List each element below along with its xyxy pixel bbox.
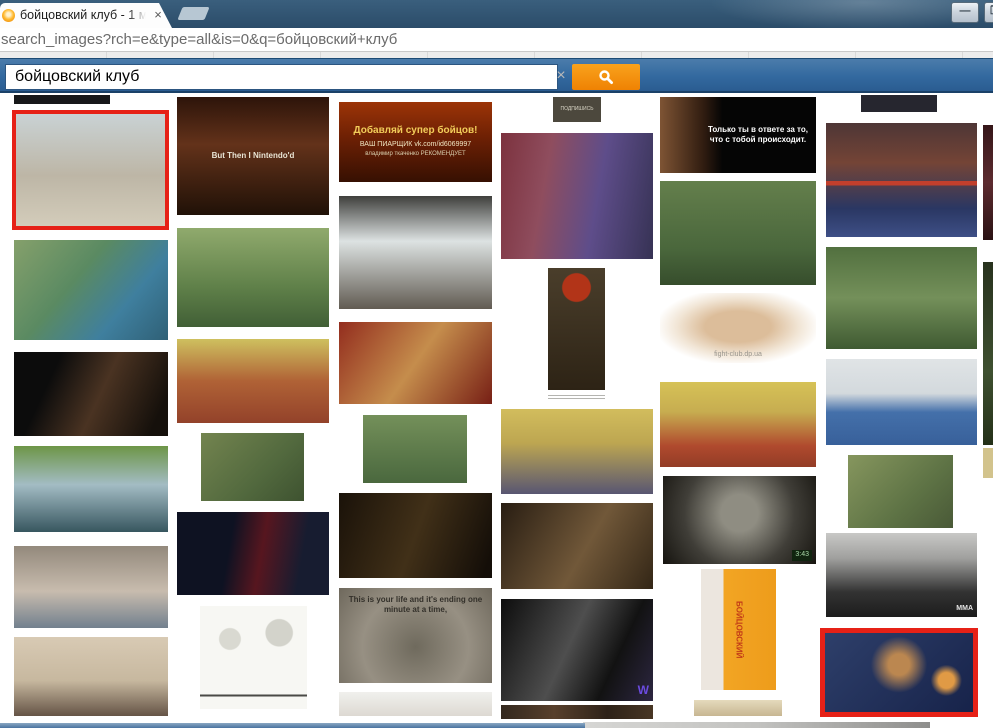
thumb-two-guys-trees[interactable] xyxy=(177,228,329,327)
thumb-hit-gym-man[interactable] xyxy=(501,503,653,589)
thumb-boxing-match-crowd[interactable] xyxy=(826,123,977,237)
thumb-bottom-gray-strip xyxy=(583,722,930,728)
window-minimize-button[interactable]: — xyxy=(951,2,979,23)
thumb-military-yard[interactable] xyxy=(201,433,304,501)
results-grid: But Then I Nintendo'dДобавляй супер бойц… xyxy=(0,0,993,728)
thumb-gym-yellow-walls[interactable] xyxy=(501,409,653,494)
thumb-edge-sliver-3[interactable] xyxy=(983,448,993,478)
thumb-mma-cage-dark[interactable] xyxy=(177,512,329,595)
title-bar: бойцовский клуб - 1 млр × — ❐ xyxy=(0,0,993,28)
thumb-edge-sliver-2[interactable] xyxy=(983,262,993,445)
thumb-bw-women[interactable]: W xyxy=(501,599,653,701)
thumb-caption-lines xyxy=(548,393,605,401)
thumb-angry-kid-gym[interactable] xyxy=(14,352,168,436)
thumb-ice-swim[interactable] xyxy=(339,196,492,309)
bottom-edge-bar xyxy=(0,723,585,728)
search-input[interactable] xyxy=(5,64,558,90)
thumb-forest-fight-small[interactable] xyxy=(363,415,467,483)
thumb-forest-path[interactable] xyxy=(660,181,816,285)
thumb-kickboxing-ring[interactable] xyxy=(14,546,168,628)
thumb-mma-ground-fight[interactable] xyxy=(14,637,168,716)
thumb-blue-ring-gym[interactable] xyxy=(826,359,977,445)
thumb-red-hood-figure[interactable] xyxy=(548,268,605,390)
thumb-tolko-ty-quote[interactable]: Только ты в ответе за то, что с тобой пр… xyxy=(660,97,816,173)
thumb-dark-gym[interactable] xyxy=(339,493,492,578)
thumb-beach-man-selected[interactable] xyxy=(12,110,169,230)
search-panel: × xyxy=(0,58,993,93)
search-button[interactable] xyxy=(572,64,640,90)
thumb-partial-top-left[interactable] xyxy=(14,95,110,104)
tab-favicon-icon xyxy=(2,9,15,22)
tab-close-icon[interactable]: × xyxy=(150,7,166,23)
thumb-yard-people[interactable] xyxy=(848,455,953,528)
thumb-speech-bubble-cartoon[interactable] xyxy=(200,606,307,709)
thumb-nintendo-meme[interactable]: But Then I Nintendo'd xyxy=(177,97,329,215)
thumb-boy-looking-up-selected[interactable] xyxy=(820,628,978,717)
thumb-forest-hill[interactable] xyxy=(826,247,977,349)
tab-title: бойцовский клуб - 1 млр xyxy=(20,8,146,24)
thumb-ad-banner-fire[interactable]: Добавляй супер бойцов!ВАШ ПИАРЩИК vk.com… xyxy=(339,102,492,182)
thumb-edge-sliver-1[interactable] xyxy=(983,125,993,240)
thumb-mma-event-screen[interactable]: MMA xyxy=(826,533,977,617)
thumb-mma-arena-timer[interactable]: 3:43 xyxy=(663,476,816,564)
thumb-podpishis-banner[interactable]: ПОДПИШИСЬ xyxy=(553,97,601,122)
thumb-punching-bags-gym[interactable] xyxy=(660,382,816,467)
thumb-floral-shirt-trio[interactable] xyxy=(501,133,653,259)
thumb-tractor-trailer[interactable] xyxy=(14,240,168,340)
thumb-car-in-river[interactable] xyxy=(14,446,168,532)
thumb-fight-club-book[interactable]: БОЙЦОВСКИЙ xyxy=(701,569,776,690)
thumb-sketch-portrait-partial[interactable] xyxy=(694,700,782,716)
thumb-gym-red-floor[interactable] xyxy=(177,339,329,423)
thumb-dark-banner-small[interactable] xyxy=(861,95,937,112)
thumb-boxer-yellow-gloves[interactable] xyxy=(339,322,492,404)
browser-tab[interactable]: бойцовский клуб - 1 млр × xyxy=(0,3,172,28)
clear-search-icon[interactable]: × xyxy=(552,67,570,85)
thumb-fist-white[interactable]: fight-club.dp.ua xyxy=(660,293,816,363)
new-tab-button[interactable] xyxy=(177,7,209,20)
thumb-your-life-quote[interactable]: This is your life and it's ending one mi… xyxy=(339,588,492,683)
search-icon xyxy=(598,69,614,85)
url-bar[interactable]: search_images?rch=e&type=all&is=0&q=бойц… xyxy=(0,28,993,52)
thumb-helmet-portrait-partial[interactable] xyxy=(339,692,492,716)
thumb-plaid-partial[interactable] xyxy=(501,705,653,719)
window-maximize-button[interactable]: ❐ xyxy=(984,2,993,23)
url-text: search_images?rch=e&type=all&is=0&q=бойц… xyxy=(0,31,397,48)
